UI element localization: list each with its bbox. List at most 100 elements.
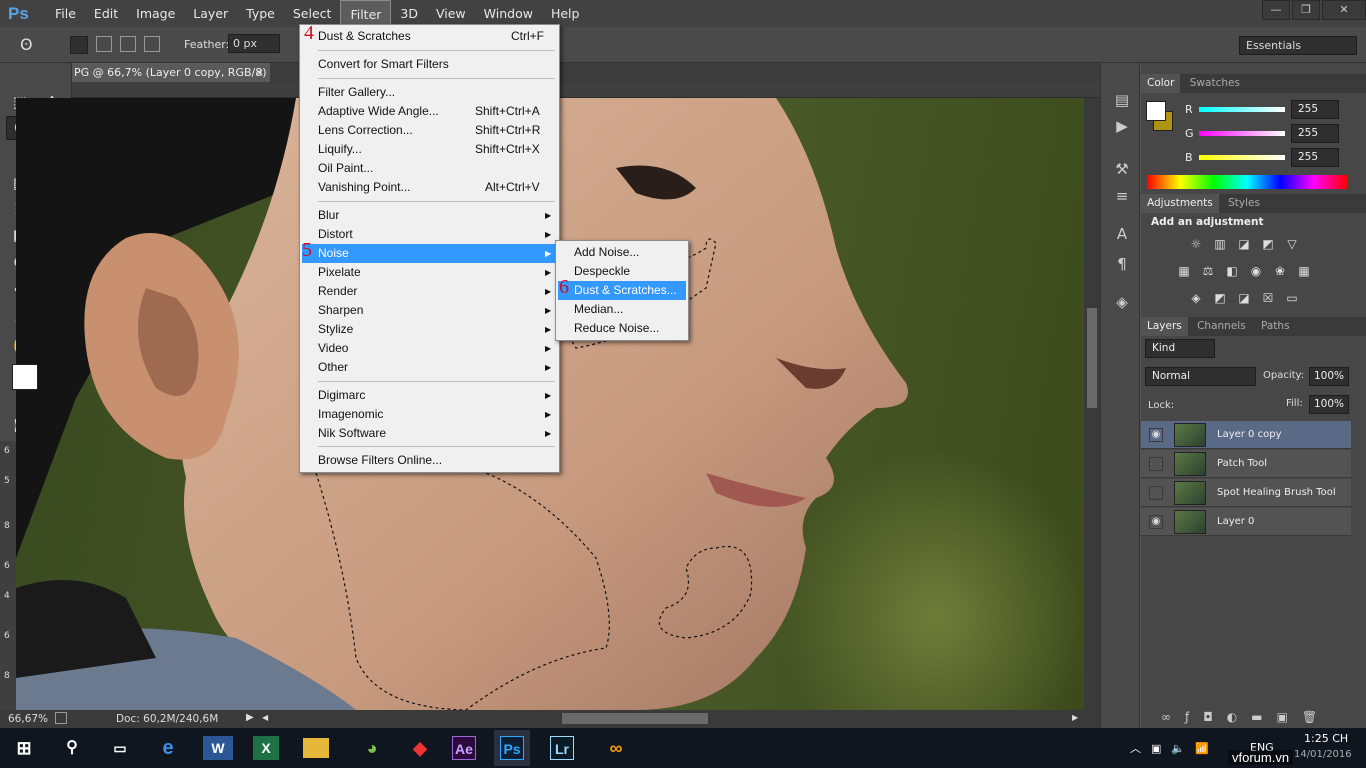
app-icon[interactable]: ◆ [400, 732, 440, 764]
sub-add-noise[interactable]: Add Noise... [558, 243, 686, 262]
character-panel-icon[interactable]: A [1111, 223, 1133, 245]
black-white-icon[interactable]: ◧ [1223, 263, 1241, 279]
sub-reduce-noise[interactable]: Reduce Noise... [558, 319, 686, 338]
dd-dust-scratches-last[interactable]: 4 Dust & Scratches Ctrl+F [302, 23, 557, 46]
r-value[interactable]: 255 [1291, 100, 1339, 119]
windows-start-icon[interactable]: ⊞ [4, 732, 44, 764]
dd-convert-smart[interactable]: Convert for Smart Filters [302, 55, 557, 74]
layer-kind-filter[interactable]: Kind [1145, 339, 1215, 358]
dd-other[interactable]: Other ▶ [302, 358, 557, 377]
coccoc-icon[interactable]: ◕ [352, 732, 392, 764]
tab-swatches[interactable]: Swatches [1184, 74, 1246, 93]
sub-dust-scratches[interactable]: 6 Dust & Scratches... [558, 277, 686, 300]
foreground-color-swatch[interactable] [12, 364, 38, 390]
tab-channels[interactable]: Channels [1191, 317, 1252, 336]
menu-view[interactable]: View [427, 0, 475, 27]
color-fg-chip[interactable] [1146, 101, 1166, 121]
add-selection-icon[interactable] [96, 36, 112, 52]
restore-button[interactable]: ❐ [1292, 0, 1320, 20]
3d-panel-icon[interactable]: ◈ [1111, 291, 1133, 313]
menu-type[interactable]: Type [237, 0, 284, 27]
layer-row[interactable]: ◉ Layer 0 [1141, 508, 1351, 536]
file-explorer-icon[interactable] [303, 738, 329, 758]
tab-styles[interactable]: Styles [1222, 194, 1266, 213]
lasso-tool-preset-icon[interactable]: ʘ [20, 35, 33, 54]
color-balance-icon[interactable]: ⚖ [1199, 263, 1217, 279]
dd-noise[interactable]: 5 Noise ▶ [302, 240, 557, 263]
new-selection-icon[interactable] [70, 36, 88, 54]
workspace-select[interactable]: Essentials [1239, 36, 1357, 55]
layer-actions-icons[interactable]: ∞ƒ◘◐▬▣🗑 [1161, 710, 1331, 724]
excel-icon[interactable]: X [253, 736, 279, 760]
levels-icon[interactable]: ▥ [1211, 236, 1229, 252]
menu-3d[interactable]: 3D [391, 0, 427, 27]
history-panel-icon[interactable]: ▤ [1111, 89, 1133, 111]
b-value[interactable]: 255 [1291, 148, 1339, 167]
fill-input[interactable]: 100% [1309, 395, 1349, 414]
dd-liquify[interactable]: Liquify... Shift+Ctrl+X [302, 140, 557, 159]
selective-color-icon[interactable]: ☒ [1259, 290, 1277, 306]
document-tab[interactable]: PG @ 66,7% (Layer 0 copy, RGB/8) * × [72, 63, 270, 98]
tab-paths[interactable]: Paths [1255, 317, 1296, 336]
tab-color[interactable]: Color [1141, 74, 1181, 93]
visibility-off-icon[interactable] [1149, 457, 1163, 471]
visibility-eye-icon[interactable]: ◉ [1149, 515, 1163, 529]
close-tab-icon[interactable]: × [255, 63, 264, 82]
search-icon[interactable]: ⚲ [52, 732, 92, 764]
dd-blur[interactable]: Blur ▶ [302, 206, 557, 225]
blend-mode-select[interactable]: Normal [1145, 367, 1256, 386]
task-view-icon[interactable]: ▭ [100, 732, 140, 764]
zoom-level[interactable]: 66,67% [8, 713, 48, 725]
dd-nik-software[interactable]: Nik Software ▶ [302, 424, 557, 443]
dd-oil-paint[interactable]: Oil Paint... [302, 159, 557, 178]
b-slider[interactable] [1199, 155, 1285, 160]
tray-icons[interactable]: ︿▣🔈📶 [1130, 740, 1219, 756]
dd-distort[interactable]: Distort ▶ [302, 225, 557, 244]
invert-icon[interactable]: ◈ [1187, 290, 1205, 306]
tab-layers[interactable]: Layers [1141, 317, 1188, 336]
g-value[interactable]: 255 [1291, 124, 1339, 143]
paragraph-panel-icon[interactable]: ¶ [1111, 253, 1133, 275]
sub-median[interactable]: Median... [558, 300, 686, 319]
status-arrow-icon[interactable]: ▶ [246, 712, 254, 723]
channel-mixer-icon[interactable]: ❀ [1271, 263, 1289, 279]
brush-panel-icon[interactable]: ≡ [1111, 185, 1133, 207]
r-slider[interactable] [1199, 107, 1285, 112]
sub-despeckle[interactable]: Despeckle [558, 262, 686, 281]
intersect-selection-icon[interactable] [144, 36, 160, 52]
dd-vanishing-point[interactable]: Vanishing Point... Alt+Ctrl+V [302, 178, 557, 197]
photoshop-taskbar-icon[interactable]: Ps [494, 730, 530, 766]
vertical-scroll-thumb[interactable] [1087, 308, 1097, 408]
threshold-icon[interactable]: ◪ [1235, 290, 1253, 306]
visibility-off-icon[interactable] [1149, 486, 1163, 500]
color-spectrum[interactable] [1147, 175, 1347, 189]
photo-filter-icon[interactable]: ◉ [1247, 263, 1265, 279]
edge-icon[interactable]: e [148, 732, 188, 764]
dd-pixelate[interactable]: Pixelate ▶ [302, 263, 557, 282]
scroll-left-icon[interactable]: ◀ [262, 713, 268, 722]
posterize-icon[interactable]: ◩ [1211, 290, 1229, 306]
menu-help[interactable]: Help [542, 0, 589, 27]
status-menu-icon[interactable] [55, 712, 67, 724]
exposure-icon[interactable]: ◩ [1259, 236, 1277, 252]
dd-sharpen[interactable]: Sharpen ▶ [302, 301, 557, 320]
curves-icon[interactable]: ◪ [1235, 236, 1253, 252]
vibrance-icon[interactable]: ▽ [1283, 236, 1301, 252]
scroll-right-icon[interactable]: ▶ [1072, 713, 1078, 722]
menu-layer[interactable]: Layer [184, 0, 237, 27]
clock-time[interactable]: 1:25 CH [1304, 732, 1348, 745]
lightroom-icon[interactable]: Lr [550, 736, 574, 760]
tab-adjustments[interactable]: Adjustments [1141, 194, 1219, 213]
opacity-input[interactable]: 100% [1309, 367, 1349, 386]
dd-filter-gallery[interactable]: Filter Gallery... [302, 83, 557, 102]
brightness-icon[interactable]: ☼ [1187, 236, 1205, 252]
clock-date[interactable]: 14/01/2016 [1294, 749, 1352, 760]
close-button[interactable]: ✕ [1322, 0, 1366, 20]
menu-image[interactable]: Image [127, 0, 184, 27]
subtract-selection-icon[interactable] [120, 36, 136, 52]
dd-digimarc[interactable]: Digimarc ▶ [302, 386, 557, 405]
layer-row[interactable]: Spot Healing Brush Tool [1141, 479, 1351, 507]
visibility-eye-icon[interactable]: ◉ [1149, 428, 1163, 442]
feather-input[interactable]: 0 px [228, 34, 280, 53]
app-icon[interactable]: ∞ [596, 732, 636, 764]
